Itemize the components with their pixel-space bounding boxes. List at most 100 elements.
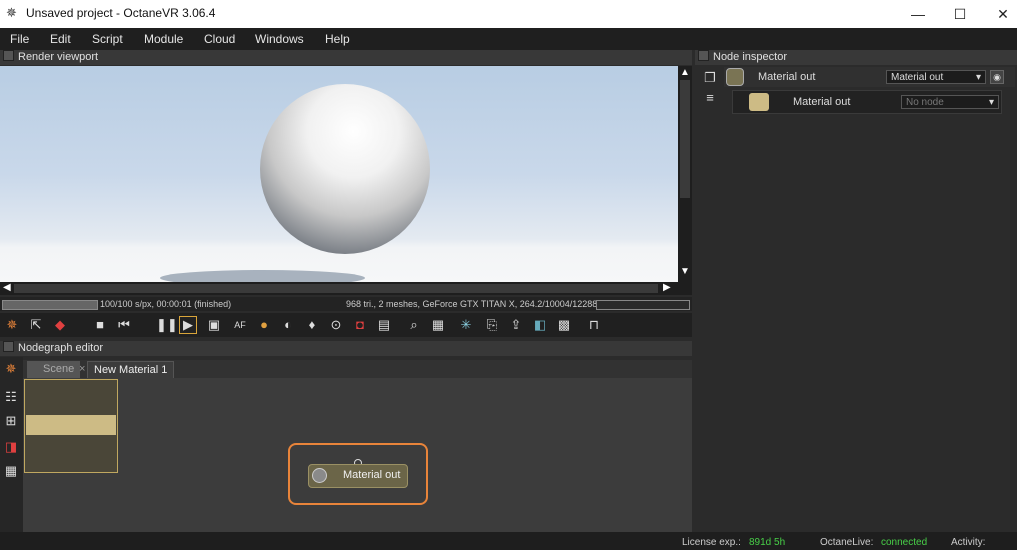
menu-module[interactable]: Module (144, 32, 183, 46)
nodegraph-tabs: Scene × New Material 1 (23, 360, 692, 379)
window-title: Unsaved project - OctaneVR 3.06.4 (26, 6, 216, 20)
node-type-value: Material out (891, 72, 944, 83)
material-node-icon (312, 468, 327, 483)
scroll-thumb[interactable] (680, 80, 690, 198)
grid-icon[interactable]: ▦ (3, 463, 19, 479)
material-out-icon (726, 68, 744, 86)
render-viewport[interactable] (0, 66, 678, 282)
film-region-icon[interactable]: ▤ (376, 317, 392, 333)
overview-band (26, 415, 116, 435)
node-name: Material out (758, 71, 816, 83)
image-icon[interactable]: ▩ (556, 317, 572, 333)
render-progress-bar (2, 300, 98, 310)
octanelive-label: OctaneLive: (820, 537, 874, 548)
maximize-button[interactable]: ☐ (937, 0, 983, 28)
panel-toggle-icon[interactable] (3, 50, 14, 61)
tab-scene[interactable]: Scene (27, 361, 81, 378)
node-type-select[interactable]: Material out ▾ (886, 70, 986, 84)
title-bar: ✵ Unsaved project - OctaneVR 3.06.4 — ☐ … (0, 0, 1017, 28)
viewport-vertical-scrollbar[interactable]: ▲ ▼ (678, 66, 692, 282)
layout-icon[interactable]: ☷ (3, 389, 19, 405)
menu-file[interactable]: File (10, 32, 29, 46)
render-viewport-title: Render viewport (18, 51, 99, 63)
license-value: 891d 5h (749, 537, 786, 548)
menu-bar: File Edit Script Module Cloud Windows He… (0, 28, 1017, 50)
lock-icon[interactable]: ✳ (458, 317, 474, 333)
node-stack-icon[interactable]: ❐ (702, 70, 718, 86)
node-inspector-header: Node inspector (695, 50, 1017, 65)
minimize-button[interactable]: — (895, 0, 941, 28)
octanelive-status: connected (881, 537, 928, 548)
menu-script[interactable]: Script (92, 32, 123, 46)
camera-link-icon[interactable]: ⇱ (28, 317, 44, 333)
af-icon[interactable]: AF (232, 317, 248, 333)
memory-bar (596, 300, 690, 310)
node-label: Material out (343, 469, 401, 481)
color-picker-icon[interactable]: ● (256, 317, 272, 333)
node-inspector-panel: Node inspector ❐ ≡ Material out Material… (695, 50, 1017, 532)
menu-help[interactable]: Help (325, 32, 350, 46)
restart-icon[interactable]: ⏮ (116, 317, 132, 333)
octane-settings-icon[interactable]: ✵ (3, 361, 19, 377)
render-viewport-header: Render viewport (0, 50, 692, 65)
pin-value: No node (906, 97, 944, 108)
nodegraph-editor-header: Nodegraph editor (0, 341, 692, 356)
menu-windows[interactable]: Windows (255, 32, 304, 46)
chevron-down-icon: ▾ (988, 97, 994, 108)
zoom-icon[interactable]: ⌕ (406, 317, 422, 333)
octane-settings-icon[interactable]: ✵ (4, 317, 20, 333)
panel-toggle-icon[interactable] (3, 341, 14, 352)
panel-toggle-icon[interactable] (698, 50, 709, 61)
stop-icon[interactable]: ■ (92, 317, 108, 333)
pause-icon[interactable]: ❚❚ (156, 317, 178, 333)
export-icon[interactable]: ⇪ (508, 317, 524, 333)
license-label: License exp.: (682, 537, 741, 548)
app-status-bar: License exp.: 891d 5h OctaneLive: connec… (0, 532, 1017, 550)
scroll-left-icon[interactable]: ◀ (3, 283, 11, 293)
viewport-horizontal-scrollbar[interactable]: ◀ ▶ (0, 282, 692, 295)
scroll-right-icon[interactable]: ▶ (663, 283, 671, 293)
nodegraph-sidebar: ✵ ☷ ⊞ ◨ ▦ (0, 357, 23, 532)
tab-new-material-1[interactable]: New Material 1 (87, 361, 175, 379)
scroll-down-icon[interactable]: ▼ (680, 267, 690, 277)
render-stats-text: 968 tri., 2 meshes, GeForce GTX TITAN X,… (346, 299, 614, 309)
graph-overview-thumbnail[interactable] (24, 379, 118, 473)
material-out-node[interactable]: Material out (308, 464, 408, 488)
pin-row: Material out No node ▾ (732, 90, 1002, 114)
material-icon[interactable]: ◨ (3, 439, 19, 455)
render-toolbar: ✵ ⇱ ◆ ■ ⏮ ❚❚ ▶ ▣ AF ● ◐ ♦ ⊙ ◘ ▤ ⌕ ▦ ✳ ⎘ … (0, 313, 692, 337)
play-icon[interactable]: ▶ (179, 316, 197, 334)
viewport-resolution-icon[interactable]: ▦ (430, 317, 446, 333)
render-status-bar: 100/100 s/px, 00:00:01 (finished) 968 tr… (0, 297, 692, 311)
menu-cloud[interactable]: Cloud (204, 32, 235, 46)
pin-color-swatch (749, 93, 769, 111)
render-progress-text: 100/100 s/px, 00:00:01 (finished) (100, 299, 232, 309)
node-inspector-title: Node inspector (713, 51, 787, 63)
white-balance-icon[interactable]: ⊙ (328, 317, 344, 333)
unlock-icon[interactable]: ⊓ (586, 317, 602, 333)
display-icon[interactable]: ▣ (206, 317, 222, 333)
pin-value-select[interactable]: No node ▾ (901, 95, 999, 109)
collapse-icon[interactable]: ≡ (702, 90, 718, 106)
activity-label: Activity: (951, 537, 986, 548)
scroll-thumb[interactable] (14, 284, 658, 293)
node-row: Material out Material out ▾ ◉ (724, 67, 1015, 87)
cube-icon[interactable]: ◆ (52, 317, 68, 333)
preview-eye-icon[interactable]: ◉ (990, 70, 1004, 84)
octane-logo-icon: ✵ (6, 5, 17, 20)
menu-edit[interactable]: Edit (50, 32, 71, 46)
copy-icon[interactable]: ⎘ (484, 317, 500, 333)
material-out-node-selection[interactable]: Material out (288, 443, 428, 505)
chevron-down-icon: ▾ (975, 72, 981, 83)
pin-label: Material out (793, 96, 851, 108)
nodegraph-editor-title: Nodegraph editor (18, 342, 104, 354)
scroll-up-icon[interactable]: ▲ (680, 68, 690, 78)
fit-icon[interactable]: ⊞ (3, 413, 19, 429)
rendered-sphere (260, 84, 430, 254)
region-icon[interactable]: ◘ (352, 317, 368, 333)
render-passes-icon[interactable]: ◧ (532, 317, 548, 333)
close-button[interactable]: ✕ (980, 0, 1017, 28)
tab-close-icon[interactable]: × (79, 363, 85, 375)
focus-picker-icon[interactable]: ♦ (304, 317, 320, 333)
material-picker-icon[interactable]: ◐ (280, 317, 296, 333)
